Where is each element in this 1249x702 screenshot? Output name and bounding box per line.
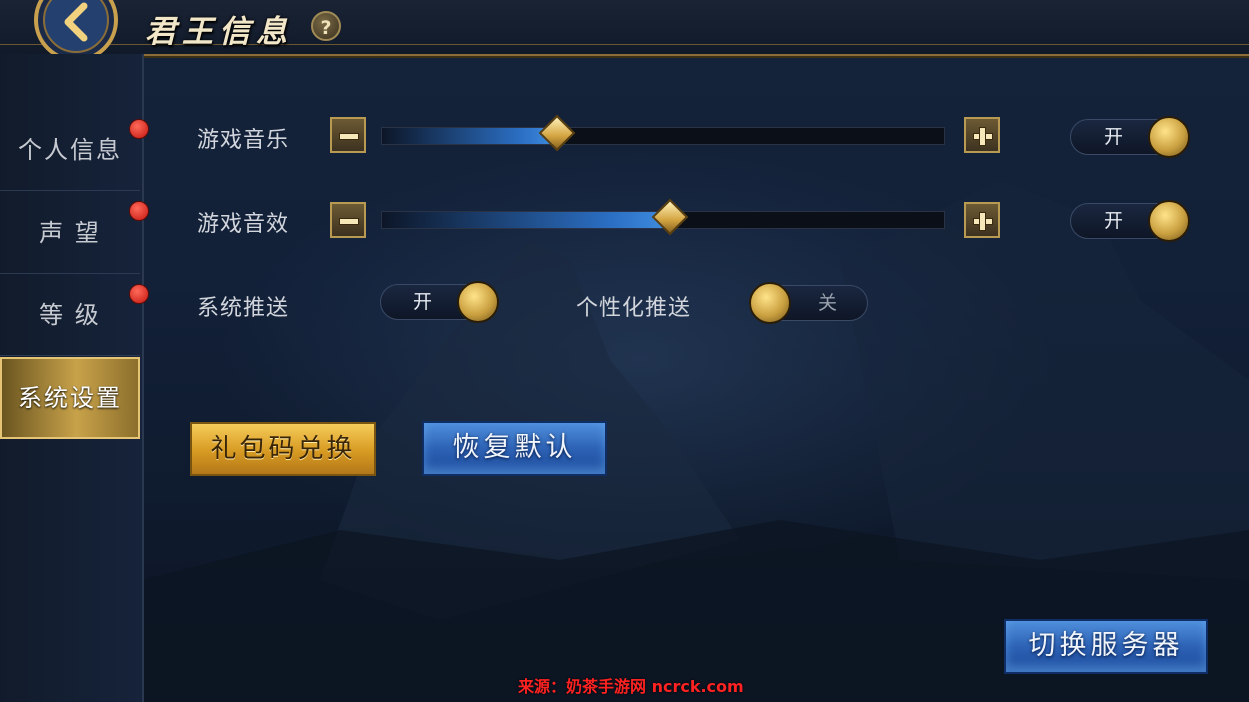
notification-badge — [129, 119, 149, 139]
music-toggle-label: 开 — [1104, 126, 1124, 148]
system-push-toggle-label: 开 — [413, 291, 433, 313]
music-increase-button[interactable] — [964, 117, 1000, 153]
notification-badge — [129, 201, 149, 221]
music-decrease-button[interactable] — [330, 117, 366, 153]
minus-icon — [339, 218, 359, 225]
sfx-slider-thumb[interactable] — [651, 198, 688, 236]
music-volume-slider[interactable] — [381, 114, 945, 152]
back-button[interactable] — [24, 0, 128, 62]
personal-push-toggle-label: 关 — [818, 292, 838, 314]
music-volume-fill — [382, 128, 557, 144]
help-button[interactable]: ? — [311, 11, 341, 41]
minus-icon — [339, 133, 359, 140]
gift-code-button[interactable]: 礼包码兑换 — [190, 422, 376, 476]
sfx-volume-fill — [382, 212, 669, 228]
sidebar-item-label: 系统设置 — [18, 384, 122, 412]
music-slider-thumb[interactable] — [538, 114, 576, 152]
switch-server-button[interactable]: 切换服务器 — [1004, 619, 1208, 674]
toggle-knob — [1148, 200, 1190, 242]
sidebar-item-label: 声 望 — [39, 219, 101, 247]
sidebar-item-system-settings[interactable]: 系统设置 — [0, 357, 140, 439]
sfx-decrease-button[interactable] — [330, 202, 366, 238]
sfx-toggle-label: 开 — [1104, 210, 1124, 232]
sfx-volume-slider[interactable] — [381, 198, 945, 236]
system-push-label: 系统推送 — [197, 296, 290, 321]
toggle-knob — [1148, 116, 1190, 158]
restore-default-button[interactable]: 恢复默认 — [422, 421, 607, 476]
background-mountains — [140, 180, 1249, 702]
toggle-knob — [749, 282, 791, 324]
system-push-toggle[interactable]: 开 — [380, 281, 499, 323]
sidebar-item-personal-info[interactable]: 个人信息 — [0, 110, 140, 191]
sidebar-item-label: 个人信息 — [18, 136, 122, 164]
watermark-text: 来源：奶茶手游网 ncrck.com — [518, 677, 744, 696]
sfx-increase-button[interactable] — [964, 202, 1000, 238]
page-title: 君王信息 — [145, 14, 293, 50]
music-label: 游戏音乐 — [197, 128, 290, 153]
music-toggle[interactable]: 开 — [1070, 116, 1190, 158]
personal-push-label: 个性化推送 — [576, 296, 692, 321]
notification-badge — [129, 284, 149, 304]
toggle-knob — [457, 281, 499, 323]
sfx-toggle[interactable]: 开 — [1070, 200, 1190, 242]
personal-push-toggle[interactable]: 关 — [749, 282, 868, 324]
sidebar-item-level[interactable]: 等 级 — [0, 275, 140, 356]
sidebar-item-prestige[interactable]: 声 望 — [0, 193, 140, 274]
sfx-label: 游戏音效 — [197, 212, 290, 237]
sidebar-item-label: 等 级 — [39, 301, 101, 329]
